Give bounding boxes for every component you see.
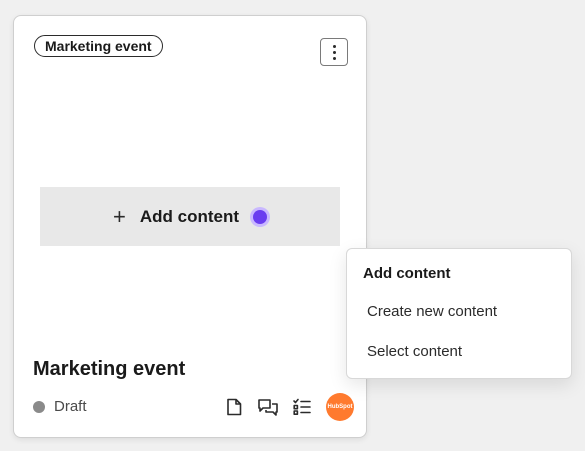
card-title: Marketing event bbox=[33, 358, 186, 380]
plus-icon: + bbox=[112, 203, 126, 229]
menu-item-select-content[interactable]: Select content bbox=[367, 343, 462, 360]
comments-icon[interactable] bbox=[256, 395, 280, 419]
content-card: Marketing event + Add content Marketing … bbox=[13, 15, 367, 438]
status-label: Draft bbox=[54, 398, 87, 415]
add-content-dropdown: Add content Create new content Select co… bbox=[346, 248, 572, 379]
status-dot-icon bbox=[33, 400, 45, 413]
add-content-button[interactable]: + Add content bbox=[40, 187, 340, 246]
avatar[interactable]: HubSpot bbox=[326, 393, 354, 421]
add-content-label: Add content bbox=[139, 206, 239, 226]
kebab-menu-icon bbox=[332, 44, 336, 48]
more-options-button[interactable] bbox=[320, 38, 348, 66]
checklist-icon[interactable] bbox=[290, 395, 314, 419]
campaign-type-tag: Marketing event bbox=[34, 35, 163, 57]
dropdown-header: Add content bbox=[363, 265, 451, 282]
menu-item-create-new-content[interactable]: Create new content bbox=[367, 303, 497, 320]
onboarding-beacon-icon[interactable] bbox=[253, 209, 267, 224]
card-action-icons: HubSpot bbox=[222, 393, 354, 421]
document-icon[interactable] bbox=[222, 395, 246, 419]
status-row: Draft bbox=[33, 398, 87, 415]
